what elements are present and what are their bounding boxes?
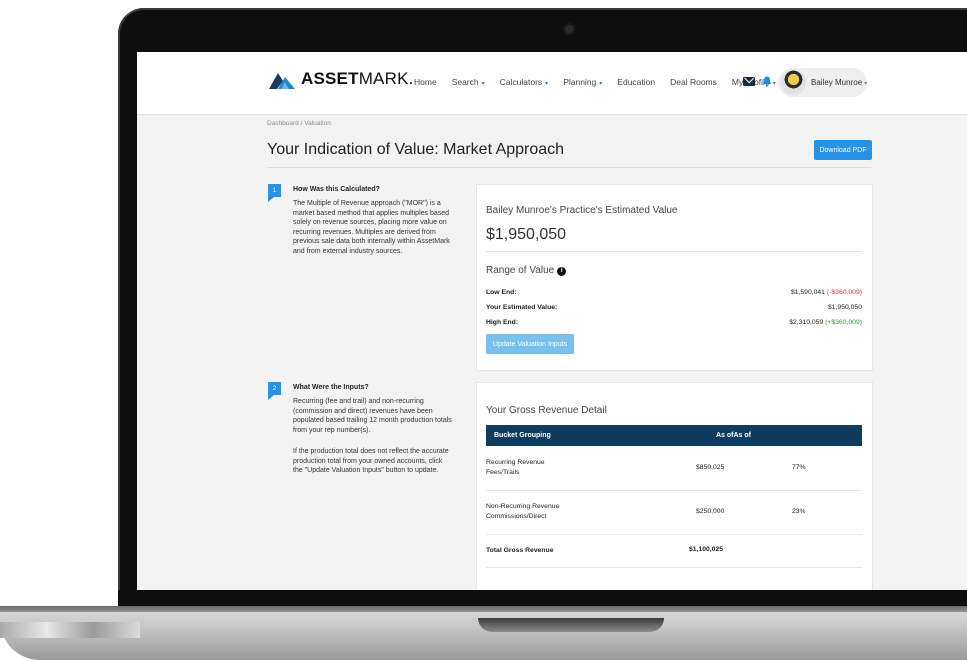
user-menu-button[interactable]: Bailey Munroe ▾	[778, 68, 867, 97]
caret-down-icon: ▾	[772, 81, 776, 87]
mail-icon[interactable]	[743, 77, 755, 86]
nav-item-search[interactable]: Search ▾	[452, 77, 485, 87]
caret-down-icon: ▾	[599, 81, 603, 87]
assetmark-logo[interactable]: ASSETMARK.	[269, 69, 414, 89]
caret-down-icon: ▾	[864, 81, 868, 87]
user-name: Bailey Munroe ▾	[811, 78, 868, 87]
info-icon[interactable]: i	[557, 267, 567, 276]
step-number-1: 1	[268, 184, 281, 202]
main-nav: Home Search ▾ Calculators ▾ Planning ▾ Educ…	[414, 77, 791, 87]
range-row-high: High End: $2,310,059 (+$360,009)	[486, 319, 862, 326]
avatar	[781, 70, 806, 95]
nav-item-calculators[interactable]: Calculators ▾	[500, 77, 549, 87]
step-title-1: How Was this Calculated?	[293, 186, 380, 193]
header-bucket: Bucket Grouping	[494, 432, 551, 439]
row-divider	[486, 534, 862, 535]
step-body-1: The Multiple of Revenue approach ("MOR")…	[293, 200, 450, 255]
nav-item-planning[interactable]: Planning ▾	[563, 77, 602, 87]
breadcrumb[interactable]: Dashboard / Valuation	[267, 120, 331, 127]
top-navbar: ASSETMARK. Home Search ▾ Calculators ▾ Pla…	[137, 52, 967, 115]
bell-icon[interactable]	[762, 76, 772, 87]
camera-icon	[565, 25, 573, 33]
gross-revenue-card: Your Gross Revenue Detail Bucket Groupin…	[476, 382, 873, 590]
range-row-estimated: Your Estimated Value: $1,950,050	[486, 304, 862, 311]
caret-down-icon: ▾	[545, 81, 549, 87]
header-as-of: As ofAs of	[716, 432, 751, 439]
app-screen: ASSETMARK. Home Search ▾ Calculators ▾ Pla…	[137, 52, 967, 590]
page-title: Your Indication of Value: Market Approac…	[267, 141, 565, 158]
table-row: Non-Recurring Revenue Commissions/Direct …	[486, 503, 806, 520]
download-pdf-button[interactable]: Download PDF	[814, 140, 872, 160]
table-row: Recurring Revenue Fees/Trails $850,025 77…	[486, 459, 806, 476]
revenue-title: Your Gross Revenue Detail	[486, 405, 607, 416]
row-divider	[486, 490, 862, 491]
revenue-table-header: Bucket Grouping As ofAs of	[486, 425, 862, 446]
update-valuation-inputs-button[interactable]: Update Valuation Inputs	[486, 334, 574, 354]
logo-text: ASSETMARK.	[301, 69, 414, 88]
step-body-2: Recurring (fee and trail) and non-recurr…	[293, 398, 452, 434]
caret-down-icon: ▾	[481, 81, 485, 87]
row-divider	[486, 567, 862, 568]
laptop-hinge	[0, 622, 140, 638]
title-divider	[267, 167, 871, 168]
step-body-2b: If the production total does not reflect…	[293, 448, 449, 475]
estimated-value: $1,950,050	[486, 226, 567, 243]
step-title-2: What Were the Inputs?	[293, 384, 369, 391]
estimated-value-card: Bailey Munroe's Practice's Estimated Val…	[476, 184, 873, 371]
nav-item-home[interactable]: Home	[414, 77, 437, 87]
range-row-low: Low End: $1,590,041 (-$360,009)	[486, 289, 862, 296]
nav-item-deal-rooms[interactable]: Deal Rooms	[670, 77, 717, 87]
card-divider	[486, 251, 862, 252]
laptop-notch	[478, 618, 664, 632]
step-number-2: 2	[268, 382, 281, 400]
range-title: Range of Value i	[486, 265, 567, 276]
logo-mark-icon	[269, 73, 295, 89]
estimate-label: Bailey Munroe's Practice's Estimated Val…	[486, 205, 678, 216]
nav-item-education[interactable]: Education	[617, 77, 655, 87]
